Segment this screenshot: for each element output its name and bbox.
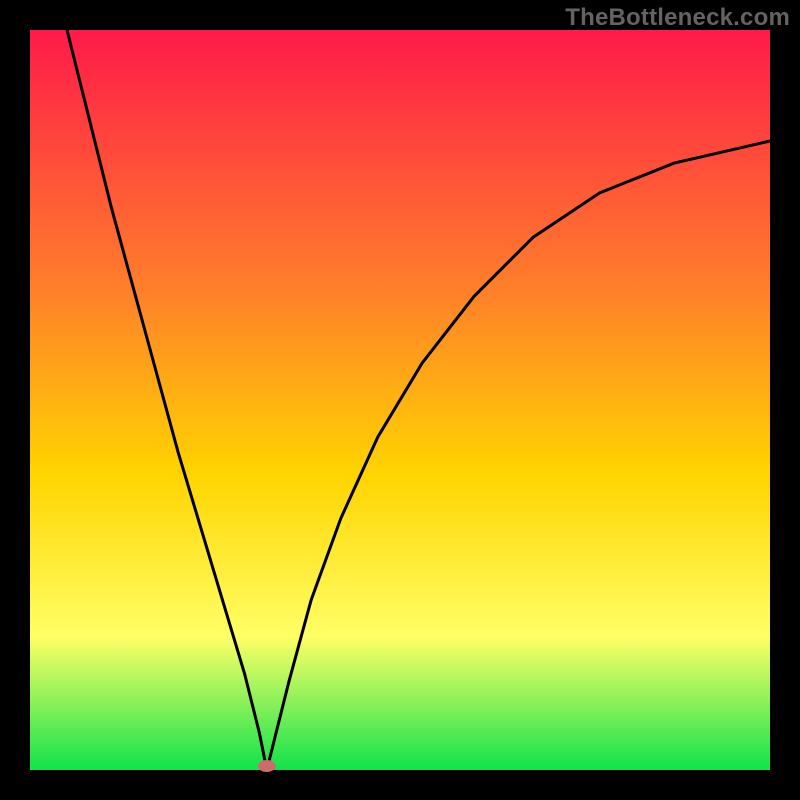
chart-frame: TheBottleneck.com xyxy=(0,0,800,800)
chart-plot xyxy=(0,0,800,800)
minimum-marker xyxy=(258,760,276,772)
watermark-text: TheBottleneck.com xyxy=(565,4,790,32)
